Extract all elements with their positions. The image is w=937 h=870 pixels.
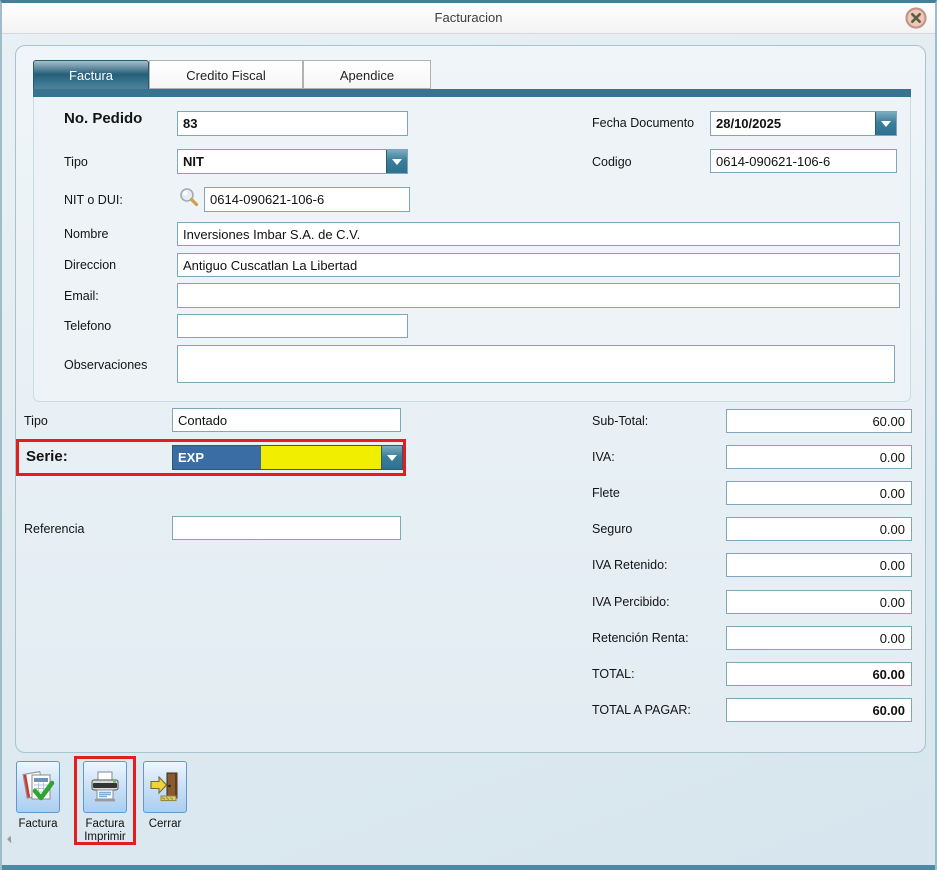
invoice-check-icon: [21, 769, 55, 805]
nombre-label: Nombre: [64, 227, 108, 241]
subtotal-label: Sub-Total:: [592, 414, 648, 428]
factura-button-label: Factura: [6, 818, 70, 831]
tab-accent-bar: [33, 89, 911, 97]
resize-grip[interactable]: [7, 836, 15, 844]
total-label: TOTAL:: [592, 667, 635, 681]
iva-percibido-input[interactable]: [726, 590, 912, 614]
observaciones-label: Observaciones: [64, 358, 147, 372]
telefono-input[interactable]: [177, 314, 408, 338]
tipo-documento-value: NIT: [183, 154, 204, 169]
iva-input[interactable]: [726, 445, 912, 469]
cerrar-button[interactable]: [143, 761, 187, 813]
chevron-down-icon: [387, 455, 397, 461]
dialog-body: Factura Credito Fiscal Apendice No. Pedi…: [2, 34, 935, 870]
retencion-renta-label: Retención Renta:: [592, 631, 689, 645]
nit-dui-label: NIT o DUI:: [64, 193, 123, 207]
tipo-documento-combo[interactable]: NIT: [177, 149, 408, 174]
printer-icon: [88, 769, 122, 805]
factura-imprimir-button[interactable]: [83, 761, 127, 813]
close-button[interactable]: [905, 7, 927, 29]
window-title: Facturacion: [2, 10, 935, 25]
referencia-label: Referencia: [24, 522, 84, 536]
referencia-input[interactable]: [172, 516, 401, 540]
factura-button[interactable]: [16, 761, 60, 813]
no-pedido-label: No. Pedido: [64, 110, 142, 127]
iva-retenido-input[interactable]: [726, 553, 912, 577]
factura-imprimir-button-label: Factura Imprimir: [72, 818, 138, 844]
nit-dui-input[interactable]: [204, 187, 410, 212]
facturacion-dialog: Facturacion Factura Credito Fiscal Apend…: [0, 0, 937, 870]
serie-dropdown-button[interactable]: [381, 446, 402, 469]
seguro-input[interactable]: [726, 517, 912, 541]
total-a-pagar-label: TOTAL A PAGAR:: [592, 703, 691, 717]
direccion-input[interactable]: [177, 253, 900, 277]
total-a-pagar-input[interactable]: [726, 698, 912, 722]
total-input[interactable]: [726, 662, 912, 686]
tipo-documento-label: Tipo: [64, 155, 88, 169]
nombre-input[interactable]: [177, 222, 900, 246]
flete-label: Flete: [592, 486, 620, 500]
exit-door-icon: [148, 769, 182, 805]
retencion-renta-input[interactable]: [726, 626, 912, 650]
direccion-label: Direccion: [64, 258, 116, 272]
serie-value: EXP: [173, 446, 261, 465]
subtotal-input[interactable]: [726, 409, 912, 433]
codigo-input[interactable]: [710, 149, 897, 173]
tab-credito-fiscal[interactable]: Credito Fiscal: [149, 60, 303, 89]
serie-combo[interactable]: EXP: [172, 445, 403, 470]
serie-selected-highlight: EXP: [173, 446, 261, 469]
telefono-label: Telefono: [64, 319, 111, 333]
tab-apendice[interactable]: Apendice: [303, 60, 431, 89]
close-icon: [905, 7, 927, 29]
tipo-pago-label: Tipo: [24, 414, 48, 428]
observaciones-input[interactable]: [177, 345, 895, 383]
fecha-documento-label: Fecha Documento: [592, 116, 694, 130]
fecha-documento-picker[interactable]: 28/10/2025: [710, 111, 897, 136]
bottom-accent-bar: [2, 865, 935, 870]
email-label: Email:: [64, 289, 99, 303]
search-icon[interactable]: [178, 186, 200, 208]
serie-label: Serie:: [26, 448, 68, 465]
fecha-dropdown-button[interactable]: [875, 112, 896, 135]
tipo-dropdown-button[interactable]: [386, 150, 407, 173]
tab-factura[interactable]: Factura: [33, 60, 149, 89]
chevron-down-icon: [881, 121, 891, 127]
fecha-documento-value: 28/10/2025: [716, 116, 781, 131]
cerrar-button-label: Cerrar: [133, 818, 197, 831]
iva-label: IVA:: [592, 450, 615, 464]
codigo-label: Codigo: [592, 155, 632, 169]
tab-content-factura: No. Pedido Fecha Documento 28/10/2025 Ti…: [33, 97, 911, 402]
tipo-pago-input[interactable]: [172, 408, 401, 432]
title-bar: Facturacion: [2, 3, 935, 34]
flete-input[interactable]: [726, 481, 912, 505]
iva-retenido-label: IVA Retenido:: [592, 558, 668, 572]
chevron-down-icon: [392, 159, 402, 165]
seguro-label: Seguro: [592, 522, 632, 536]
email-input[interactable]: [177, 283, 900, 308]
no-pedido-input[interactable]: [177, 111, 408, 136]
iva-percibido-label: IVA Percibido:: [592, 595, 670, 609]
